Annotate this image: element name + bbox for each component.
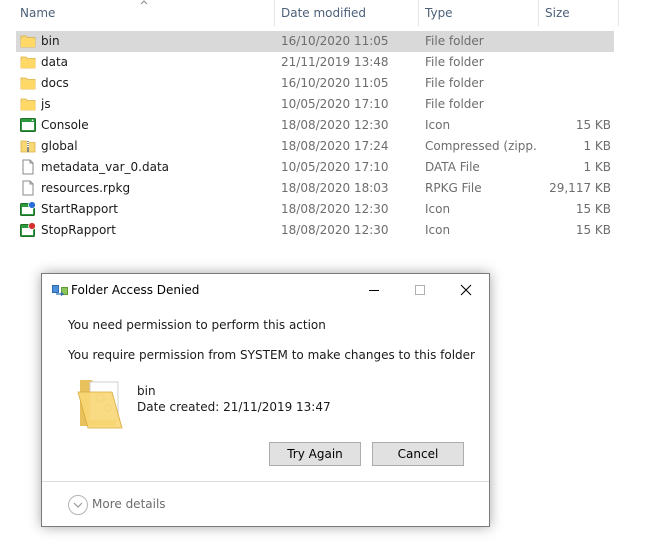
file-row[interactable]: bin 16/10/2020 11:05 File folder	[16, 31, 614, 52]
more-details-label: More details	[92, 497, 166, 511]
file-type: File folder	[425, 34, 484, 48]
folder-icon	[20, 96, 36, 112]
file-date-modified: 21/11/2019 13:48	[281, 55, 389, 69]
minimize-button[interactable]	[351, 274, 397, 306]
column-separator[interactable]	[618, 0, 619, 26]
file-row[interactable]: resources.rpkg 18/08/2020 18:03 RPKG File 2…	[16, 178, 614, 199]
file-row[interactable]: StopRapport 18/08/2020 12:30 Icon 15 KB	[16, 220, 614, 241]
column-header-size[interactable]: Size	[545, 0, 615, 26]
file-type: Icon	[425, 202, 451, 216]
dialog-divider	[42, 481, 489, 482]
file-name: bin	[41, 34, 60, 48]
file-name: StopRapport	[41, 223, 116, 237]
expand-icon	[68, 495, 88, 515]
file-date-modified: 18/08/2020 12:30	[281, 118, 389, 132]
file-date-modified: 18/08/2020 18:03	[281, 181, 389, 195]
column-separator[interactable]	[418, 0, 419, 26]
column-separator[interactable]	[538, 0, 539, 26]
file-size: 1 KB	[583, 160, 611, 174]
file-size: 29,117 KB	[549, 181, 611, 195]
file-date-modified: 10/05/2020 17:10	[281, 97, 389, 111]
folder-date-created: Date created: 21/11/2019 13:47	[137, 400, 331, 414]
close-button[interactable]	[443, 274, 489, 306]
column-separator[interactable]	[274, 0, 275, 26]
minimize-icon	[369, 290, 379, 291]
try-again-button[interactable]: Try Again	[269, 442, 361, 466]
file-date-modified: 16/10/2020 11:05	[281, 34, 389, 48]
file-name: global	[41, 139, 78, 153]
dialog-message: You need permission to perform this acti…	[68, 318, 326, 332]
file-name: metadata_var_0.data	[41, 160, 170, 174]
folder-icon	[20, 54, 36, 70]
move-folder-icon	[52, 285, 68, 296]
maximize-button[interactable]	[397, 274, 443, 306]
file-name: resources.rpkg	[41, 181, 131, 195]
maximize-icon	[415, 285, 425, 295]
folder-icon	[20, 33, 36, 49]
file-date-modified: 18/08/2020 12:30	[281, 202, 389, 216]
file-name: docs	[41, 76, 69, 90]
file-type: DATA File	[425, 160, 480, 174]
zip-folder-icon	[20, 138, 36, 154]
file-size	[536, 52, 611, 73]
file-type: Icon	[425, 118, 451, 132]
folder-large-icon	[77, 380, 123, 429]
stop-app-icon	[20, 222, 36, 238]
file-name: Console	[41, 118, 89, 132]
file-icon	[20, 180, 36, 196]
folder-icon	[20, 75, 36, 91]
file-type: File folder	[425, 97, 484, 111]
file-size	[536, 94, 611, 115]
file-type: RPKG File	[425, 181, 482, 195]
file-date-modified: 16/10/2020 11:05	[281, 76, 389, 90]
file-size	[536, 31, 611, 52]
file-size: 15 KB	[575, 118, 611, 132]
file-row[interactable]: js 10/05/2020 17:10 File folder	[16, 94, 614, 115]
file-row[interactable]: metadata_var_0.data 10/05/2020 17:10 DATA …	[16, 157, 614, 178]
file-size: 15 KB	[575, 223, 611, 237]
file-row[interactable]: global 18/08/2020 17:24 Compressed (zipp..…	[16, 136, 614, 157]
cancel-button[interactable]: Cancel	[372, 442, 464, 466]
dialog-title: Folder Access Denied	[71, 283, 200, 297]
file-size: 15 KB	[575, 202, 611, 216]
file-row[interactable]: StartRapport 18/08/2020 12:30 Icon 15 KB	[16, 199, 614, 220]
file-date-modified: 18/08/2020 17:24	[281, 139, 389, 153]
file-icon	[20, 159, 36, 175]
file-name: StartRapport	[41, 202, 118, 216]
file-size: 1 KB	[583, 139, 611, 153]
console-icon	[20, 117, 36, 133]
file-name: data	[41, 55, 69, 69]
file-date-modified: 18/08/2020 12:30	[281, 223, 389, 237]
column-header-type[interactable]: Type	[425, 0, 535, 26]
file-type: Icon	[425, 223, 451, 237]
start-app-icon	[20, 201, 36, 217]
file-type: Compressed (zipp...	[425, 139, 537, 153]
file-row[interactable]: docs 16/10/2020 11:05 File folder	[16, 73, 614, 94]
sort-ascending-icon	[140, 0, 148, 5]
file-name: js	[41, 97, 51, 111]
dialog-detail: You require permission from SYSTEM to ma…	[68, 348, 475, 362]
column-header-date-modified[interactable]: Date modified	[281, 0, 416, 26]
folder-name: bin	[137, 384, 156, 398]
dialog-titlebar[interactable]: Folder Access Denied	[42, 274, 489, 306]
file-row[interactable]: data 21/11/2019 13:48 File folder	[16, 52, 614, 73]
file-type: File folder	[425, 55, 484, 69]
file-type: File folder	[425, 76, 484, 90]
file-size	[536, 73, 611, 94]
close-icon	[460, 284, 472, 296]
folder-access-denied-dialog: Folder Access Denied You need permission…	[41, 273, 490, 527]
file-row[interactable]: Console 18/08/2020 12:30 Icon 15 KB	[16, 115, 614, 136]
file-date-modified: 10/05/2020 17:10	[281, 160, 389, 174]
